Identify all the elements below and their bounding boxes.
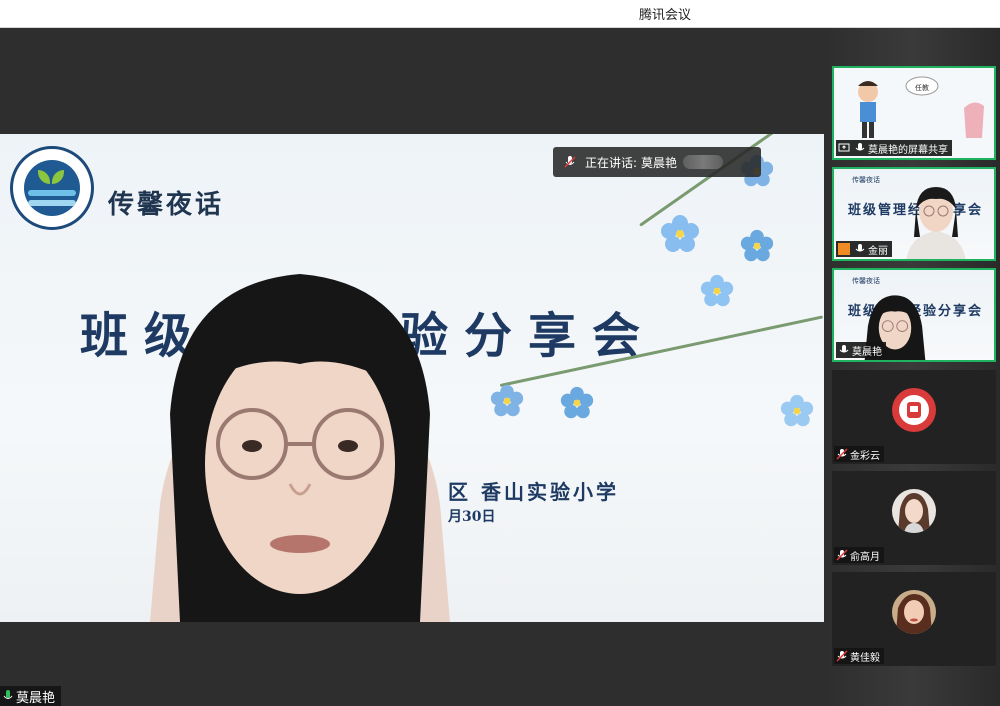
mic-muted-icon [836,650,848,662]
speaking-name: 莫晨艳 [641,155,678,170]
speech-bubble: 任教 [915,83,929,92]
flower-icon [740,229,774,263]
main-video-area[interactable]: 传馨夜话 班级管理经验分享会 区 香山实验小学 月30日 [0,28,824,706]
shared-slide: 传馨夜话 班级管理经验分享会 区 香山实验小学 月30日 [0,134,824,622]
tile-name: 俞高月 [850,551,880,563]
flower-icon [490,384,524,418]
flower-icon [660,214,700,254]
title-bar: 腾讯会议 [0,0,1000,28]
speaking-prefix: 正在讲话: [585,155,638,170]
mini-slide-tag: 传馨夜话 [852,176,880,184]
speaker-name-tag: 莫晨艳 [0,686,62,706]
participant-tile[interactable]: 任教 莫晨艳的屏幕共享 [832,66,996,160]
slide-tagline: 传馨夜话 [108,190,225,220]
tile-label: 金丽 [836,241,892,257]
tile-name: 莫晨艳的屏幕共享 [868,144,948,156]
participant-sidebar: 任教 莫晨艳的屏幕共享 传馨夜话 班级管理经验分享会 金丽 传馨夜话 莫晨艳 金… [824,28,1000,706]
mic-icon [3,690,13,699]
flower-icon [780,394,814,428]
tile-label: 黄佳毅 [834,648,884,664]
participant-tile[interactable]: 金彩云 [832,370,996,464]
mic-icon [855,143,865,151]
participant-tile[interactable]: 黄佳毅 [832,572,996,666]
mic-icon [839,345,849,353]
mic-muted-icon [836,549,848,561]
participant-video [906,187,966,259]
avatar [892,388,936,432]
participant-tile[interactable]: 俞高月 [832,471,996,565]
mic-icon [564,156,576,168]
tile-label: 莫晨艳 [836,342,886,358]
tile-label: 金彩云 [834,446,884,462]
flower-icon [700,274,734,308]
tile-label: 莫晨艳的屏幕共享 [836,140,952,156]
avatar [892,590,936,634]
tile-name: 金彩云 [850,450,880,462]
tile-label: 俞高月 [834,547,884,563]
presenter-video [150,274,450,622]
mic-muted-icon [836,448,848,460]
screen-share-icon [838,143,850,152]
speaker-name: 莫晨艳 [16,690,56,706]
host-icon [838,243,850,255]
speaking-name-blur [683,155,724,169]
window-title: 腾讯会议 [638,8,691,23]
tile-name: 莫晨艳 [852,346,882,358]
tile-name: 黄佳毅 [850,652,880,664]
tile-name: 金丽 [868,245,888,257]
mini-slide-tag: 传馨夜话 [852,277,880,285]
participant-tile[interactable]: 传馨夜话 班级管理经验分享会 金丽 [832,167,996,261]
speaking-indicator: 正在讲话: 莫晨艳 [553,147,761,177]
mic-icon [855,244,865,252]
avatar [892,489,936,533]
slide-school: 区 香山实验小学 [448,480,619,504]
participant-tile[interactable]: 传馨夜话 班级管理经验分享会 莫晨艳 [832,268,996,362]
school-logo [10,146,94,230]
flower-icon [560,386,594,420]
